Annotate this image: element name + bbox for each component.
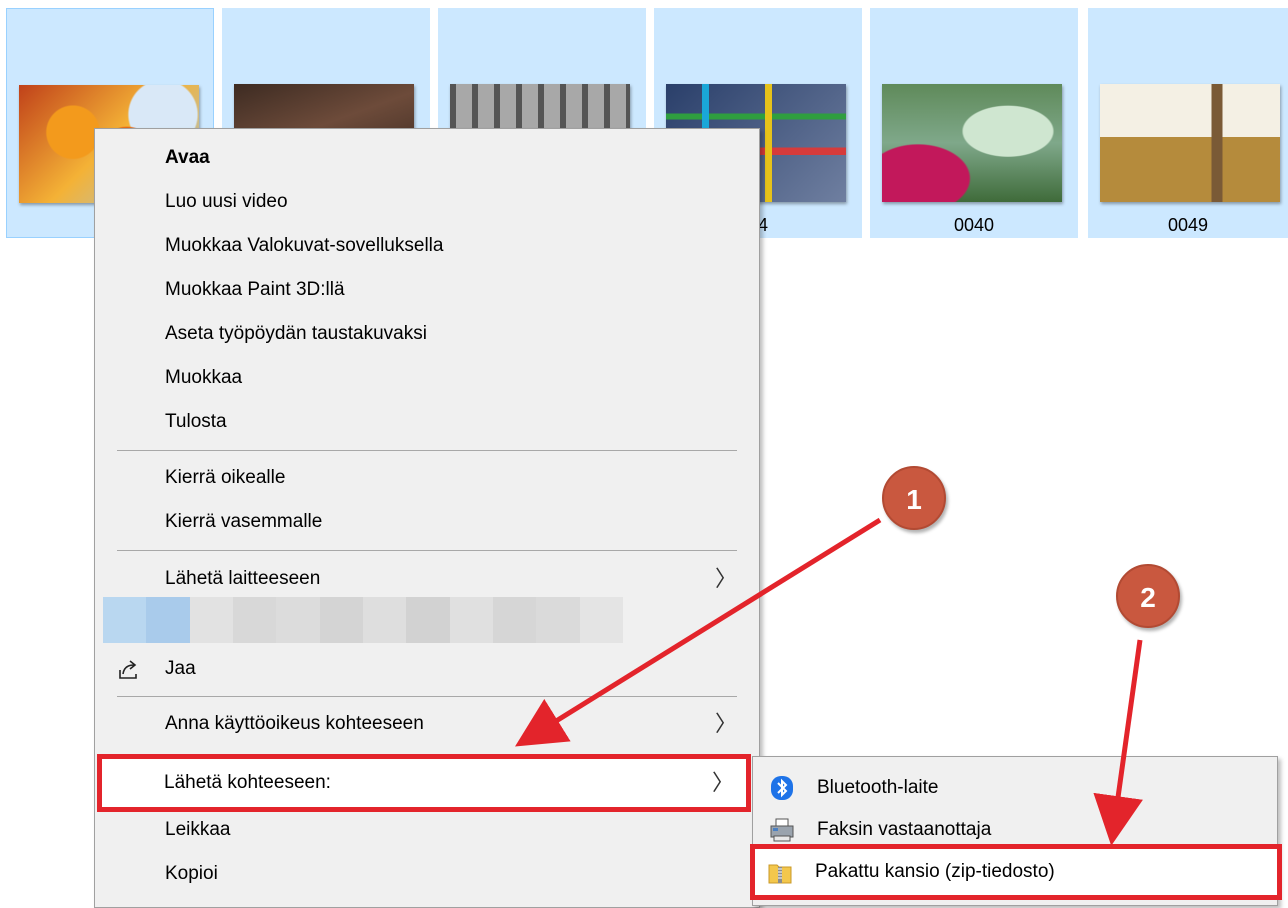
- highlighted-menu-item-send-to[interactable]: Lähetä kohteeseen: 〉: [97, 754, 751, 812]
- menu-item-label: Anna käyttöoikeus kohteeseen: [165, 713, 424, 734]
- chevron-right-icon: 〉: [714, 566, 737, 591]
- thumbnail-label: 0040: [953, 215, 995, 235]
- chevron-right-icon: 〉: [711, 770, 734, 795]
- menu-separator: [117, 550, 737, 551]
- blurred-menu-item: [103, 597, 623, 643]
- thumbnail-image-fence-post: [1100, 84, 1280, 202]
- menu-item-send-to[interactable]: Lähetä kohteeseen: 〉: [102, 763, 746, 803]
- callout-badge-1: 1: [882, 466, 946, 530]
- menu-item-rotate-left[interactable]: Kierrä vasemmalle: [95, 502, 759, 542]
- zip-folder-icon: [767, 859, 793, 885]
- menu-item-open[interactable]: Avaa: [95, 138, 759, 178]
- thumbnail-label: 0049: [1167, 215, 1209, 235]
- thumbnail-item[interactable]: 0040: [870, 8, 1078, 238]
- menu-item-print[interactable]: Tulosta: [95, 402, 759, 442]
- menu-item-copy[interactable]: Kopioi: [95, 854, 759, 894]
- thumbnail-item[interactable]: 0049: [1088, 8, 1288, 238]
- submenu-item-label: Pakattu kansio (zip-tiedosto): [815, 861, 1055, 882]
- chevron-right-icon: 〉: [714, 711, 737, 736]
- menu-separator: [117, 450, 737, 451]
- submenu-item-label: Faksin vastaanottaja: [817, 819, 992, 840]
- submenu-item-label: Bluetooth-laite: [817, 777, 939, 798]
- menu-item-label: Jaa: [165, 658, 196, 679]
- share-icon: [117, 657, 141, 697]
- menu-item-edit[interactable]: Muokkaa: [95, 358, 759, 398]
- thumbnail-image-garden-pond: [882, 84, 1062, 202]
- menu-item-edit-photos[interactable]: Muokkaa Valokuvat-sovelluksella: [95, 226, 759, 266]
- menu-item-edit-paint3d[interactable]: Muokkaa Paint 3D:llä: [95, 270, 759, 310]
- menu-item-give-access[interactable]: Anna käyttöoikeus kohteeseen 〉: [95, 704, 759, 744]
- menu-item-rotate-right[interactable]: Kierrä oikealle: [95, 458, 759, 498]
- submenu-item-bluetooth[interactable]: Bluetooth-laite: [753, 767, 1277, 809]
- submenu-item-zip[interactable]: Pakattu kansio (zip-tiedosto): [755, 851, 1277, 893]
- menu-separator: [117, 696, 737, 697]
- menu-item-label: Lähetä laitteeseen: [165, 568, 321, 589]
- fax-icon: [769, 817, 795, 843]
- bluetooth-icon: [769, 775, 795, 801]
- menu-item-send-to-device[interactable]: Lähetä laitteeseen 〉: [95, 559, 759, 599]
- menu-item-new-video[interactable]: Luo uusi video: [95, 182, 759, 222]
- menu-item-label: Lähetä kohteeseen:: [164, 772, 331, 793]
- callout-badge-2: 2: [1116, 564, 1180, 628]
- highlighted-submenu-item-zip[interactable]: Pakattu kansio (zip-tiedosto): [750, 844, 1282, 900]
- menu-item-share[interactable]: Jaa: [95, 649, 759, 689]
- menu-item-set-wallpaper[interactable]: Aseta työpöydän taustakuvaksi: [95, 314, 759, 354]
- menu-item-cut[interactable]: Leikkaa: [95, 810, 759, 850]
